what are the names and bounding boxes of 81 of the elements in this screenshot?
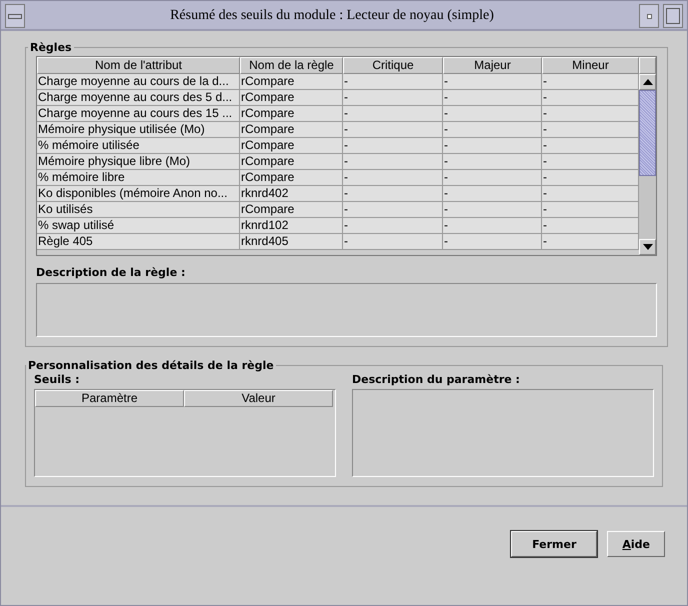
table-cell: rCompare — [240, 122, 343, 138]
column-header[interactable]: Paramètre — [35, 390, 184, 407]
table-cell: - — [343, 170, 443, 186]
table-cell: - — [343, 122, 443, 138]
table-cell: - — [542, 74, 639, 90]
table-cell: - — [443, 186, 542, 202]
table-cell: rCompare — [240, 170, 343, 186]
group-title: Personnalisation des détails de la règle — [27, 359, 275, 372]
field-label: Description de la règle : — [36, 266, 186, 279]
table-cell: rCompare — [240, 154, 343, 170]
table-cell: % mémoire utilisée — [37, 138, 240, 154]
table-cell: - — [542, 186, 639, 202]
field-label: Seuils : — [34, 373, 81, 386]
table-cell: - — [343, 74, 443, 90]
group-title: Règles — [29, 41, 73, 54]
minimize-button[interactable] — [639, 4, 659, 28]
column-header[interactable]: Mineur — [542, 57, 639, 74]
table-cell: Charge moyenne au cours des 5 d... — [37, 90, 240, 106]
table-cell: Charge moyenne au cours des 15 ... — [37, 106, 240, 122]
rule-description-area[interactable] — [36, 283, 657, 337]
table-cell: - — [343, 186, 443, 202]
scroll-down-button[interactable] — [639, 239, 656, 255]
column-header[interactable]: Valeur — [184, 390, 333, 407]
table-cell: - — [542, 122, 639, 138]
table-cell: - — [443, 74, 542, 90]
table-cell: Ko disponibles (mémoire Anon no... — [37, 186, 240, 202]
scroll-up-button[interactable] — [639, 74, 656, 90]
column-header[interactable]: Nom de la règle — [240, 57, 343, 74]
table-cell: rCompare — [240, 90, 343, 106]
table-cell: - — [343, 234, 443, 250]
table-cell: % mémoire libre — [37, 170, 240, 186]
table-cell: - — [542, 234, 639, 250]
table-cell: - — [443, 202, 542, 218]
dialog-button[interactable]: Fermer — [511, 531, 598, 557]
maximize-button[interactable] — [663, 4, 683, 28]
dialog-button[interactable]: Aide — [607, 531, 665, 557]
table-cell: - — [443, 122, 542, 138]
table-cell: - — [542, 106, 639, 122]
table-cell: % swap utilisé — [37, 218, 240, 234]
table-cell: rknrd402 — [240, 186, 343, 202]
table-cell: rCompare — [240, 106, 343, 122]
table-cell: - — [443, 154, 542, 170]
column-header[interactable]: Majeur — [443, 57, 542, 74]
table-cell: - — [343, 138, 443, 154]
down-triangle-icon — [642, 244, 652, 250]
column-header[interactable]: Critique — [343, 57, 443, 74]
table-cell: rknrd405 — [240, 234, 343, 250]
table-cell: rknrd102 — [240, 218, 343, 234]
table-cell: - — [343, 106, 443, 122]
table-cell: Mémoire physique libre (Mo) — [37, 154, 240, 170]
table-cell: - — [443, 170, 542, 186]
table-cell: Charge moyenne au cours de la d... — [37, 74, 240, 90]
table-cell: rCompare — [240, 74, 343, 90]
table-cell: - — [542, 138, 639, 154]
table-cell: - — [343, 90, 443, 106]
table-cell: rCompare — [240, 202, 343, 218]
table-cell: - — [443, 106, 542, 122]
scrollbar-thumb[interactable] — [639, 90, 656, 176]
table-cell: - — [542, 90, 639, 106]
window-title: Résumé des seuils du module : Lecteur de noyau (simple) — [169, 8, 495, 24]
column-header[interactable]: Nom de l'attribut — [37, 57, 240, 74]
field-label: Description du paramètre : — [352, 373, 521, 386]
up-triangle-icon — [642, 79, 652, 85]
table-cell: - — [343, 154, 443, 170]
table-cell: rCompare — [240, 138, 343, 154]
table-cell: - — [542, 154, 639, 170]
table-cell: - — [542, 170, 639, 186]
table-cell: - — [343, 218, 443, 234]
table-cell: Mémoire physique utilisée (Mo) — [37, 122, 240, 138]
header-corner — [639, 57, 656, 74]
table-cell: - — [443, 234, 542, 250]
table-cell: - — [443, 90, 542, 106]
table-cell: - — [443, 138, 542, 154]
table-cell: Règle 405 — [37, 234, 240, 250]
table-cell: Ko utilisés — [37, 202, 240, 218]
window-menu-button[interactable] — [5, 4, 25, 28]
table-cell: - — [542, 202, 639, 218]
table-cell: - — [343, 202, 443, 218]
table-cell: - — [443, 218, 542, 234]
table-cell: - — [542, 218, 639, 234]
vertical-scrollbar[interactable] — [639, 74, 656, 255]
